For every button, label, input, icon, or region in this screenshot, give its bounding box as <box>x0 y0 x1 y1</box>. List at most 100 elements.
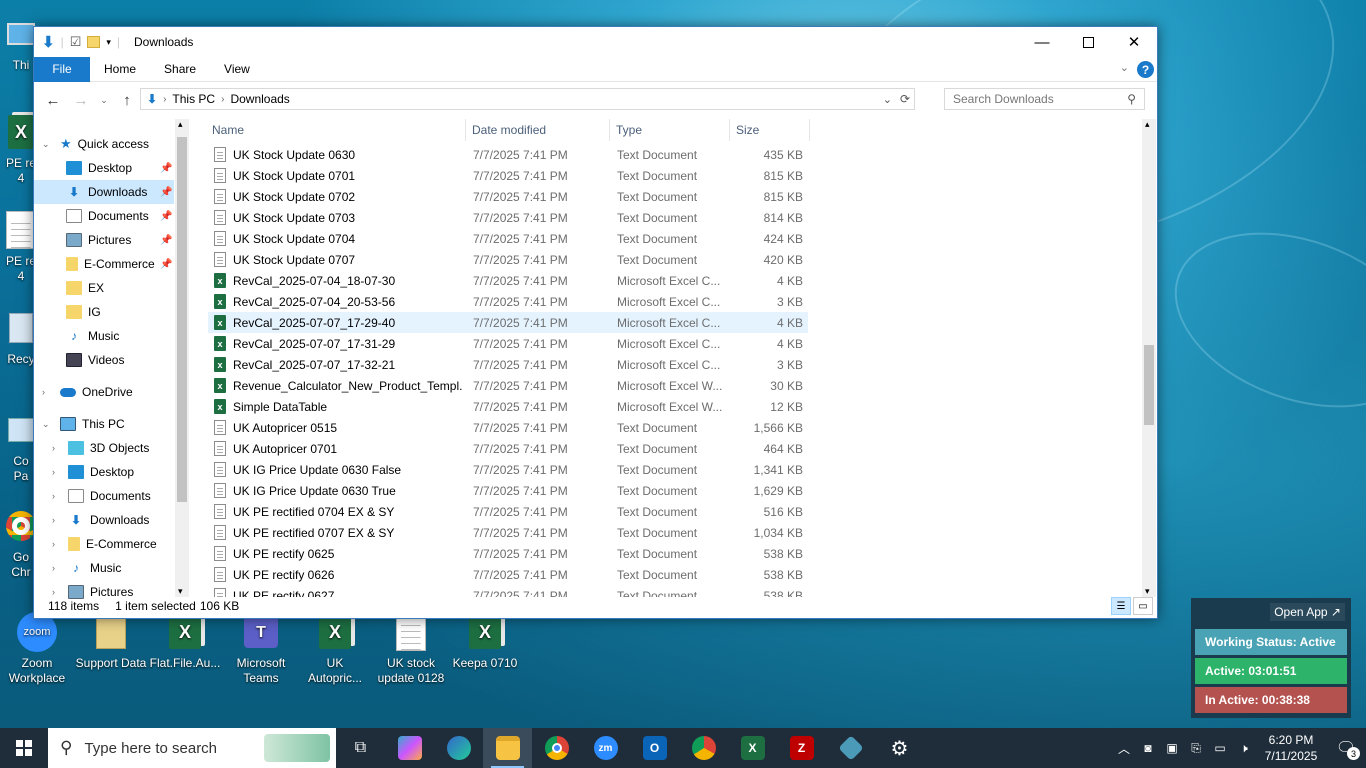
nav-qa-ig[interactable]: IG <box>34 300 174 324</box>
file-row[interactable]: x Simple DataTable 7/7/2025 7:41 PM Microso… <box>208 396 808 417</box>
file-row[interactable]: UK Autopricer 0515 7/7/2025 7:41 PM Text D… <box>208 417 808 438</box>
nav-pc-3d-objects[interactable]: 3D Objects <box>34 436 174 460</box>
file-row[interactable]: UK Stock Update 0702 7/7/2025 7:41 PM Text… <box>208 186 808 207</box>
tab-view[interactable]: View <box>210 57 264 82</box>
properties-icon[interactable]: ☑ <box>70 34 82 50</box>
breadcrumb-this-pc[interactable]: This PC <box>172 92 215 106</box>
file-row[interactable]: x RevCal_2025-07-04_18-07-30 7/7/2025 7:41… <box>208 270 808 291</box>
nav-pc-desktop[interactable]: Desktop <box>34 460 174 484</box>
file-row[interactable]: x RevCal_2025-07-07_17-32-21 7/7/2025 7:41… <box>208 354 808 375</box>
file-row[interactable]: UK PE rectified 0704 EX & SY 7/7/2025 7:4… <box>208 501 808 522</box>
clock[interactable]: 6:20 PM 7/11/2025 <box>1256 732 1326 764</box>
forward-button[interactable]: → <box>70 92 92 109</box>
nav-this-pc[interactable]: This PC <box>34 412 174 436</box>
file-row[interactable]: UK Stock Update 0630 7/7/2025 7:41 PM Text… <box>208 144 808 165</box>
file-row[interactable]: x Revenue_Calculator_New_Product_Templ...… <box>208 375 808 396</box>
usb-icon[interactable]: ⎘ <box>1184 741 1208 756</box>
close-button[interactable]: ✕ <box>1111 27 1157 57</box>
nav-pc-downloads[interactable]: ⬇ Downloads <box>34 508 174 532</box>
desktop-icon-uk-autopricer[interactable]: X UK Autopric... <box>298 612 372 686</box>
nav-qa-documents[interactable]: Documents 📌 <box>34 204 174 228</box>
desktop-icon-uk-stock-update[interactable]: UK stock update 0128 <box>374 612 448 686</box>
taskbar-search-input[interactable]: ⚲ Type here to search <box>48 728 336 768</box>
network-icon[interactable]: ▭ <box>1208 741 1232 755</box>
file-row[interactable]: UK PE rectify 0625 7/7/2025 7:41 PM Text D… <box>208 543 808 564</box>
title-bar[interactable]: ⬇ | ☑ ▾ | Downloads — ✕ <box>34 27 1157 57</box>
zoom-icon[interactable]: zm <box>581 728 630 768</box>
nav-qa-music[interactable]: ♪ Music <box>34 324 174 348</box>
nav-pc-ecommerce[interactable]: E-Commerce <box>34 532 174 556</box>
refresh-icon[interactable]: ⟳ <box>900 92 910 106</box>
search-input[interactable]: Search Downloads ⚲ <box>944 88 1145 110</box>
nav-onedrive[interactable]: OneDrive <box>34 380 174 404</box>
address-bar[interactable]: ⬇ › This PC › Downloads ⌄ ⟳ <box>140 88 915 110</box>
chrome-icon[interactable] <box>532 728 581 768</box>
help-icon[interactable]: ? <box>1137 61 1154 78</box>
desktop-icon-teams[interactable]: T Microsoft Teams <box>224 612 298 686</box>
desktop-icon-zoom[interactable]: zoom Zoom Workplace <box>0 612 74 686</box>
file-row[interactable]: UK IG Price Update 0630 True 7/7/2025 7:4… <box>208 480 808 501</box>
settings-icon[interactable]: ⚙ <box>875 728 924 768</box>
back-button[interactable]: ← <box>42 92 64 109</box>
nav-qa-ex[interactable]: EX <box>34 276 174 300</box>
new-folder-icon[interactable] <box>87 36 101 48</box>
tab-share[interactable]: Share <box>150 57 210 82</box>
file-row[interactable]: UK PE rectified 0707 EX & SY 7/7/2025 7:4… <box>208 522 808 543</box>
nav-qa-desktop[interactable]: Desktop 📌 <box>34 156 174 180</box>
details-view-icon[interactable]: ☰ <box>1111 597 1131 615</box>
scroll-thumb[interactable] <box>1144 345 1154 425</box>
file-row[interactable]: x RevCal_2025-07-07_17-29-40 7/7/2025 7:41… <box>208 312 808 333</box>
chrome-profile-icon[interactable] <box>679 728 728 768</box>
breadcrumb-downloads[interactable]: Downloads <box>230 92 289 106</box>
nav-pc-music[interactable]: ♪ Music <box>34 556 174 580</box>
maximize-button[interactable] <box>1065 27 1111 57</box>
column-header-name[interactable]: Name <box>206 119 466 141</box>
file-row[interactable]: x RevCal_2025-07-04_20-53-56 7/7/2025 7:41… <box>208 291 808 312</box>
file-row[interactable]: x RevCal_2025-07-07_17-31-29 7/7/2025 7:41… <box>208 333 808 354</box>
expand-ribbon-icon[interactable]: ⌄ <box>1120 61 1129 74</box>
volume-muted-icon[interactable]: 🕨 <box>1232 741 1256 756</box>
file-row[interactable]: UK IG Price Update 0630 False 7/7/2025 7:… <box>208 459 808 480</box>
task-view-icon[interactable]: ⧉ <box>336 728 385 768</box>
column-header-size[interactable]: Size <box>730 119 810 141</box>
column-header-type[interactable]: Type <box>610 119 730 141</box>
scroll-thumb[interactable] <box>177 137 187 502</box>
desktop-icon-support-data[interactable]: Support Data <box>74 612 148 671</box>
outlook-icon[interactable]: O <box>630 728 679 768</box>
file-list-scrollbar[interactable]: ▴ ▾ <box>1142 119 1156 597</box>
file-row[interactable]: UK Stock Update 0703 7/7/2025 7:41 PM Text… <box>208 207 808 228</box>
scroll-up-icon[interactable]: ▴ <box>1145 119 1150 130</box>
file-row[interactable]: UK Stock Update 0707 7/7/2025 7:41 PM Text… <box>208 249 808 270</box>
tab-home[interactable]: Home <box>90 57 150 82</box>
file-row[interactable]: UK Autopricer 0701 7/7/2025 7:41 PM Text D… <box>208 438 808 459</box>
app-icon[interactable] <box>826 728 875 768</box>
file-row[interactable]: UK PE rectify 0626 7/7/2025 7:41 PM Text D… <box>208 564 808 585</box>
copilot-icon[interactable] <box>385 728 434 768</box>
desktop-icon-keepa[interactable]: X Keepa 0710 <box>448 612 522 671</box>
meet-now-icon[interactable]: ◙ <box>1136 741 1160 755</box>
nav-qa-downloads[interactable]: ⬇ Downloads 📌 <box>34 180 174 204</box>
tab-file[interactable]: File <box>34 56 90 82</box>
excel-icon[interactable]: X <box>728 728 777 768</box>
nav-qa-pictures[interactable]: Pictures 📌 <box>34 228 174 252</box>
screen-capture-icon[interactable]: ▣ <box>1160 741 1184 755</box>
file-row[interactable]: UK Stock Update 0701 7/7/2025 7:41 PM Text… <box>208 165 808 186</box>
edge-icon[interactable] <box>434 728 483 768</box>
up-button[interactable]: ↑ <box>116 92 138 109</box>
desktop-icon-flat-file[interactable]: X Flat.File.Au... <box>148 612 222 671</box>
qa-dropdown-icon[interactable]: ▾ <box>106 37 111 48</box>
open-app-button[interactable]: Open App ↗ <box>1270 603 1345 621</box>
show-hidden-icons-icon[interactable]: ︿ <box>1112 740 1136 757</box>
notifications-button[interactable]: 🗨 3 <box>1326 728 1366 768</box>
file-explorer-icon[interactable] <box>483 728 532 768</box>
filezilla-icon[interactable]: Z <box>777 728 826 768</box>
minimize-button[interactable]: — <box>1019 27 1065 57</box>
nav-pc-documents[interactable]: Documents <box>34 484 174 508</box>
nav-qa-videos[interactable]: Videos <box>34 348 174 372</box>
address-dropdown-icon[interactable]: ⌄ <box>883 93 892 106</box>
nav-qa-ecommerce[interactable]: E-Commerce 📌 <box>34 252 174 276</box>
large-icons-view-icon[interactable]: ▭ <box>1133 597 1153 615</box>
recent-locations-icon[interactable]: ⌄ <box>98 95 110 106</box>
start-button[interactable] <box>0 728 48 768</box>
nav-scrollbar[interactable]: ▴ ▾ <box>175 119 189 597</box>
